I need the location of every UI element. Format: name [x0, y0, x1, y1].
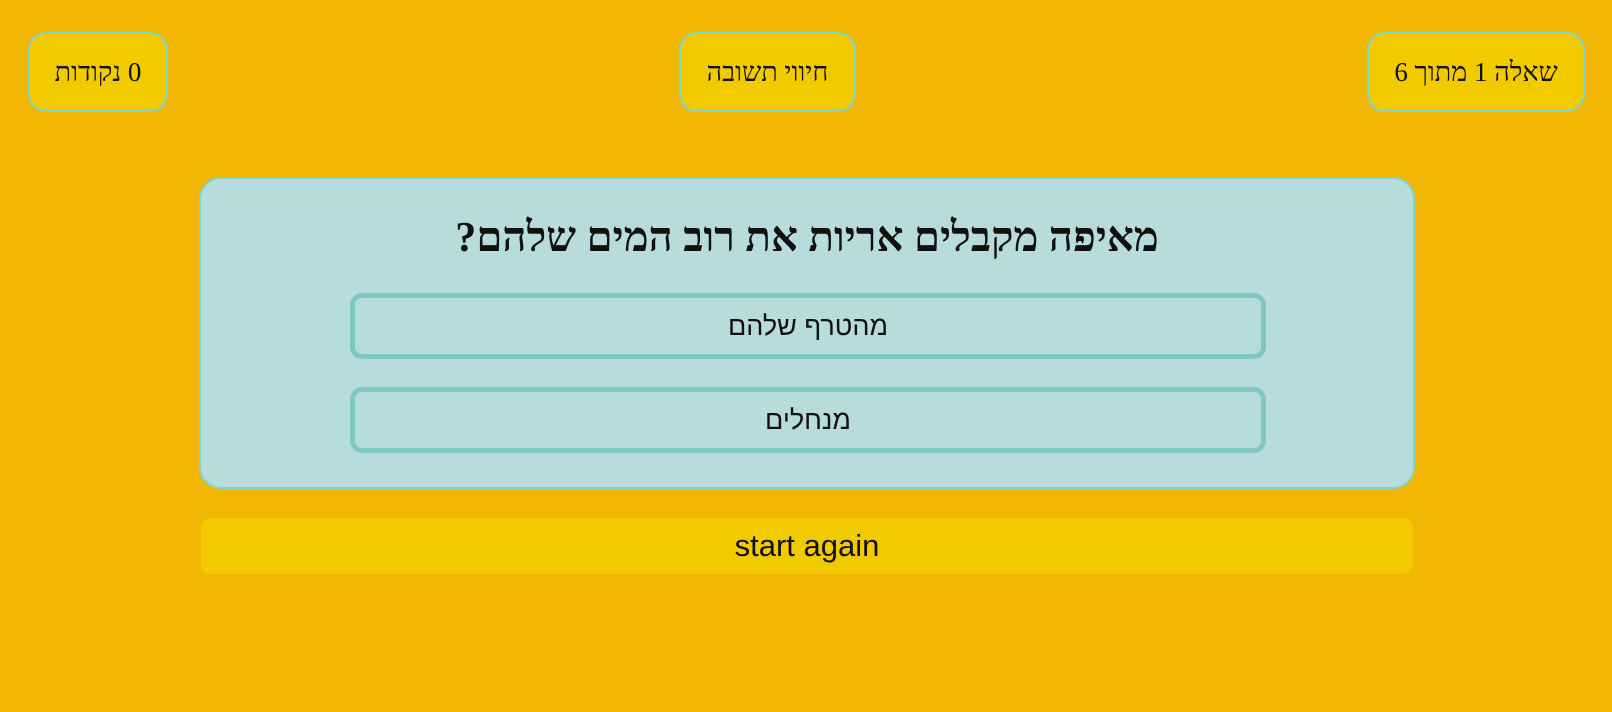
answer-feedback: חיווי תשובה	[679, 32, 856, 112]
question-card: מאיפה מקבלים אריות את רוב המים שלהם? מהט…	[199, 177, 1415, 489]
answer-option-1[interactable]: מהטרף שלהם	[350, 293, 1266, 359]
question-counter: שאלה 1 מתוך 6	[1367, 32, 1585, 112]
start-again-button[interactable]: start again	[201, 518, 1413, 574]
question-text: מאיפה מקבלים אריות את רוב המים שלהם?	[455, 215, 1159, 261]
answer-option-2[interactable]: מנחלים	[350, 387, 1266, 453]
score-display: 0 נקודות	[28, 32, 168, 112]
quiz-page: 0 נקודות חיווי תשובה שאלה 1 מתוך 6 מאיפה…	[0, 0, 1612, 712]
